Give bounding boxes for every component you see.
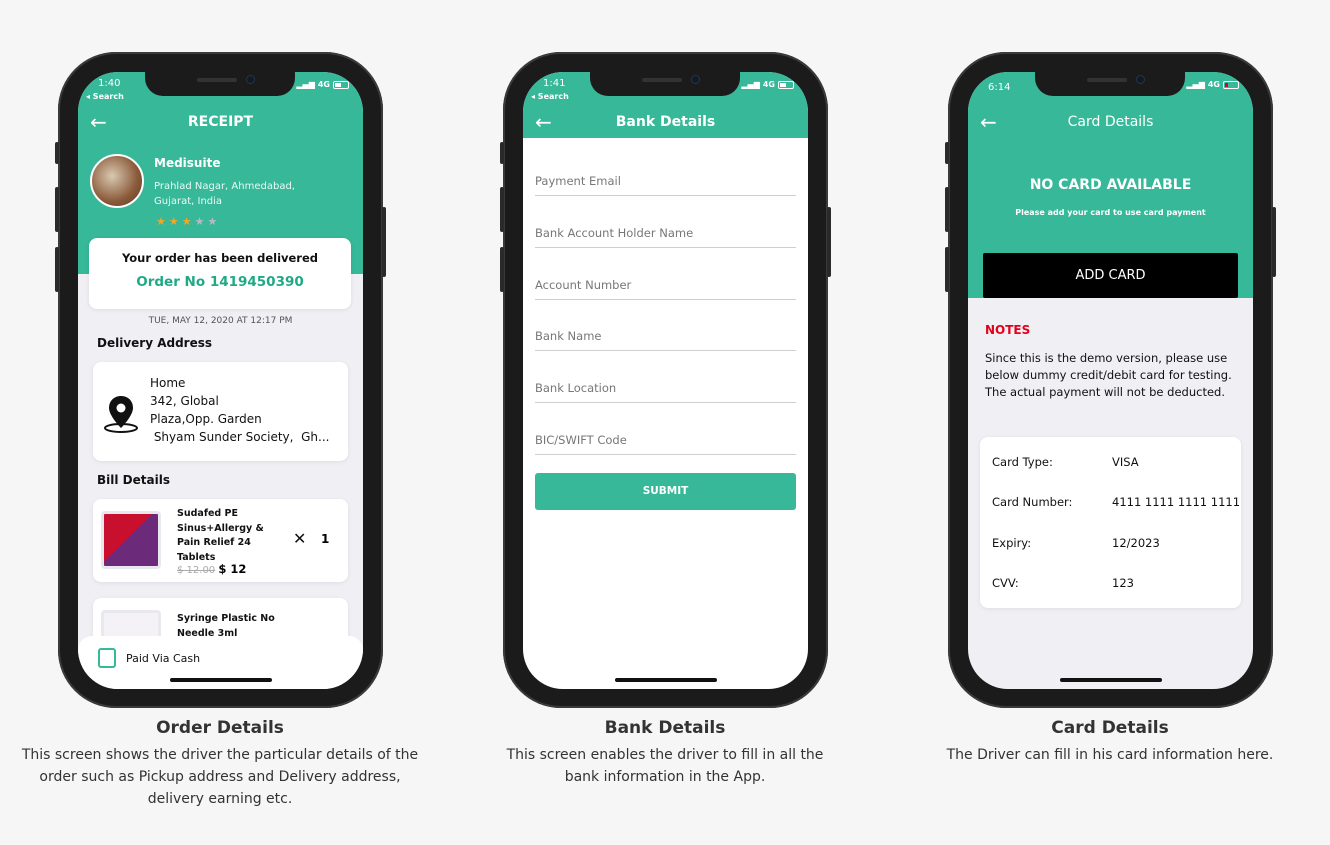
cvv-value: 123 xyxy=(1112,576,1134,590)
battery-charging-icon xyxy=(1223,80,1239,89)
star-filled-icon: ★ xyxy=(156,215,169,228)
caption-title: Card Details xyxy=(1051,718,1169,738)
dummy-card-details: Card Type: VISA Card Number: 4111 1111 111… xyxy=(980,437,1241,608)
network-label: 4G xyxy=(317,80,330,89)
submit-button[interactable]: SUBMIT xyxy=(535,473,796,510)
payment-method: Paid Via Cash xyxy=(126,652,201,665)
item-qty: 1 xyxy=(321,532,330,546)
add-card-button[interactable]: ADD CARD xyxy=(983,253,1238,298)
store-address-2: Gujarat, India xyxy=(154,196,223,207)
address-line: Plaza,Opp. Garden xyxy=(150,412,262,426)
item-image xyxy=(101,511,161,569)
status-time: 6:14 xyxy=(988,82,1011,93)
rating-stars: ★★★★★ xyxy=(156,215,220,228)
order-number: Order No 1419450390 xyxy=(136,274,304,290)
swift-code-field[interactable]: BIC/SWIFT Code xyxy=(535,425,796,455)
phone-card-details: 6:14 ▂▄▆ 4G ← Card Details NO CARD AVAILA… xyxy=(945,52,1276,708)
caption-title: Bank Details xyxy=(604,718,726,738)
bill-item[interactable]: Sudafed PE Sinus+Allergy & Pain Relief 2… xyxy=(93,499,348,582)
payment-email-field[interactable]: Payment Email xyxy=(535,166,796,196)
no-card-subtitle: Please add your card to use card payment xyxy=(1015,208,1206,217)
item-old-price: $ 12.00 xyxy=(177,565,216,576)
status-time: 1:40 xyxy=(98,78,121,89)
card-number-label: Card Number: xyxy=(992,495,1073,509)
delivery-address-card: Home 342, Global Plaza,Opp. Garden Shyam S… xyxy=(93,362,348,461)
item-price: $ 12 xyxy=(218,562,247,576)
page-title: Bank Details xyxy=(615,114,716,130)
store-avatar xyxy=(90,154,144,208)
delivery-address-heading: Delivery Address xyxy=(97,336,213,350)
signal-icon: ▂▄▆ xyxy=(741,80,760,89)
network-label: 4G xyxy=(762,80,775,89)
address-line: Home xyxy=(150,376,186,390)
caption-card: Card Details The Driver can fill in his c… xyxy=(900,718,1320,766)
multiply-icon: ✕ xyxy=(293,529,307,548)
cvv-label: CVV: xyxy=(992,576,1019,590)
delivered-text: Your order has been delivered xyxy=(121,251,319,265)
order-date: TUE, MAY 12, 2020 AT 12:17 PM xyxy=(148,316,293,326)
expiry-label: Expiry: xyxy=(992,536,1032,550)
signal-icon: ▂▄▆ xyxy=(1186,80,1205,89)
store-name: Medisuite xyxy=(154,156,221,170)
status-back-search[interactable]: ◂ Search xyxy=(86,92,124,101)
notes-heading: NOTES xyxy=(985,323,1031,337)
caption-order: Order Details This screen shows the drive… xyxy=(10,718,430,810)
caption-title: Order Details xyxy=(156,718,284,738)
status-time: 1:41 xyxy=(543,78,566,89)
caption-text: This screen enables the driver to fill i… xyxy=(506,747,824,785)
cash-icon xyxy=(98,648,116,668)
order-screen: 1:40 ◂ Search ▂▄▆ 4G ← RECEIPT Medisuite … xyxy=(78,72,363,689)
location-pin-icon xyxy=(104,396,138,433)
notes-text: Since this is the demo version, please u… xyxy=(985,351,1232,399)
bank-location-field[interactable]: Bank Location xyxy=(535,373,796,403)
address-line: 342, Global xyxy=(150,394,219,408)
card-screen: 6:14 ▂▄▆ 4G ← Card Details NO CARD AVAILA… xyxy=(968,72,1253,689)
star-empty-icon: ★ xyxy=(207,215,221,228)
caption-text: This screen shows the driver the particu… xyxy=(21,747,419,807)
item-name: Sudafed PE Sinus+Allergy & Pain Relief 2… xyxy=(177,508,264,563)
battery-icon xyxy=(778,80,794,89)
card-number-value: 4111 1111 1111 1111 xyxy=(1112,495,1241,509)
status-back-search[interactable]: ◂ Search xyxy=(531,92,569,101)
star-filled-icon: ★ xyxy=(181,215,195,228)
bank-name-field[interactable]: Bank Name xyxy=(535,321,796,351)
expiry-value: 12/2023 xyxy=(1112,536,1160,550)
page-title: Card Details xyxy=(1067,114,1154,130)
order-status-card: Your order has been delivered Order No 1… xyxy=(89,238,351,309)
phone-order-details: 1:40 ◂ Search ▂▄▆ 4G ← RECEIPT Medisuite … xyxy=(55,52,386,708)
account-number-field[interactable]: Account Number xyxy=(535,270,796,300)
caption-bank: Bank Details This screen enables the driv… xyxy=(455,718,875,788)
card-type-value: VISA xyxy=(1112,455,1139,469)
signal-icon: ▂▄▆ xyxy=(296,80,315,89)
bank-screen: 1:41 ◂ Search ▂▄▆ 4G ← Bank Details Payme… xyxy=(523,72,808,689)
card-type-label: Card Type: xyxy=(992,455,1053,469)
page-title: RECEIPT xyxy=(187,114,254,130)
address-line: Shyam Sunder Society, Gh... xyxy=(150,430,330,444)
phone-bank-details: 1:41 ◂ Search ▂▄▆ 4G ← Bank Details Payme… xyxy=(500,52,831,708)
store-address-1: Prahlad Nagar, Ahmedabad, xyxy=(154,181,295,192)
network-label: 4G xyxy=(1207,80,1220,89)
no-card-title: NO CARD AVAILABLE xyxy=(1029,177,1192,193)
caption-text: The Driver can fill in his card informat… xyxy=(946,747,1274,763)
star-filled-icon: ★ xyxy=(168,215,182,228)
account-holder-field[interactable]: Bank Account Holder Name xyxy=(535,218,796,248)
star-empty-icon: ★ xyxy=(194,215,208,228)
bill-details-heading: Bill Details xyxy=(97,473,170,487)
battery-icon xyxy=(333,80,349,89)
